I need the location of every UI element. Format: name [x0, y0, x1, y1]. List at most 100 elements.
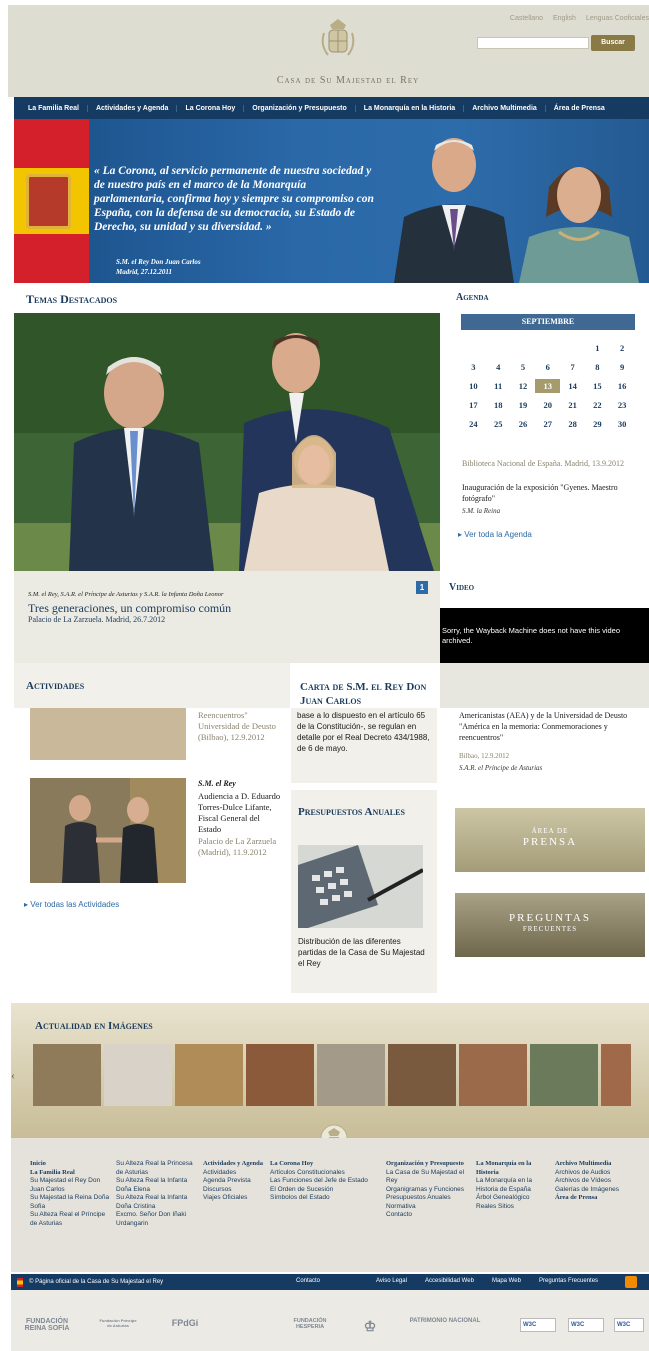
footer-link[interactable]: Excmo. Señor Don Iñaki Urdangarin	[116, 1211, 198, 1228]
featured-headline[interactable]: Tres generaciones, un compromiso común	[28, 601, 231, 616]
w3c-badge[interactable]: W3C	[520, 1318, 556, 1332]
search-button[interactable]: Buscar	[591, 35, 635, 51]
footer-link[interactable]: Presupuestos Anuales	[386, 1194, 468, 1203]
calendar-day[interactable]: 13	[535, 379, 561, 393]
footer-link[interactable]: Su Alteza Real la Infanta Doña Cristina	[116, 1194, 198, 1211]
footer-link[interactable]: Su Alteza Real la Princesa de Asturias	[116, 1160, 198, 1177]
calendar-day[interactable]: 3	[461, 360, 486, 374]
calendar-day[interactable]: 28	[560, 417, 585, 431]
featured-page-number[interactable]: 1	[416, 581, 428, 594]
rss-icon[interactable]	[625, 1276, 637, 1288]
footer-link[interactable]: Viajes Oficiales	[203, 1194, 263, 1203]
calendar-day[interactable]: 22	[585, 398, 610, 412]
footer-link[interactable]: Archivos de Vídeos	[555, 1177, 645, 1186]
lang-cooficiales[interactable]: Lenguas Cooficiales	[586, 15, 649, 22]
footer-link[interactable]: Organigramas y Funciones	[386, 1186, 468, 1195]
calendar-day[interactable]: 14	[560, 379, 585, 393]
nav-monarquia-historia[interactable]: La Monarquía en la Historia	[356, 104, 465, 112]
calendar-day[interactable]: 7	[560, 360, 585, 374]
footer-link[interactable]: Árbol Genealógico	[476, 1194, 550, 1203]
royal-crest-icon[interactable]	[318, 15, 358, 63]
footer-link[interactable]: Reales Sitios	[476, 1203, 550, 1212]
ver-actividades-link[interactable]: ▸ Ver todas las Actividades	[24, 900, 119, 909]
gallery-thumb-7[interactable]	[459, 1044, 527, 1106]
site-title[interactable]: Casa de Su Majestad el Rey	[188, 75, 508, 86]
gr-monogram-logo[interactable]: ♔	[360, 1318, 380, 1335]
activity-1-text[interactable]: Reencuentros" Universidad de Deusto (Bil…	[198, 710, 284, 743]
nav-archivo-multimedia[interactable]: Archivo Multimedia	[464, 104, 546, 112]
gallery-thumb-6[interactable]	[388, 1044, 456, 1106]
calendar-day[interactable]: 23	[610, 398, 635, 412]
fundacion-principe-logo[interactable]: Fundación Príncipe de Asturias	[98, 1318, 138, 1328]
footer-preguntas-link[interactable]: Preguntas Frecuentes	[539, 1278, 598, 1284]
footer-link[interactable]: Agenda Prevista	[203, 1177, 263, 1186]
footer-link[interactable]: Actividades	[203, 1169, 263, 1178]
patrimonio-nacional-logo[interactable]: PATRIMONIO NACIONAL	[405, 1318, 485, 1324]
footer-heading[interactable]: Organización y Presupuesto	[386, 1160, 468, 1169]
calendar-day[interactable]: 11	[486, 379, 511, 393]
calendar-day[interactable]: 24	[461, 417, 486, 431]
footer-link[interactable]: Galerías de Imágenes	[555, 1186, 645, 1195]
calendar-day[interactable]: 27	[535, 417, 560, 431]
calendar-day[interactable]: 6	[535, 360, 560, 374]
lang-castellano[interactable]: Castellano	[510, 15, 543, 22]
featured-photo[interactable]	[14, 313, 440, 571]
agenda-event-title[interactable]: Inauguración de la exposición "Gyenes. M…	[462, 482, 640, 504]
calendar-day[interactable]: 30	[610, 417, 635, 431]
hero-banner[interactable]: « La Corona, al servicio permanente de n…	[14, 119, 649, 283]
footer-contacto-link[interactable]: Contacto	[296, 1278, 320, 1284]
footer-link[interactable]: Su Alteza Real la Infanta Doña Elena	[116, 1177, 198, 1194]
footer-aviso-legal-link[interactable]: Aviso Legal	[376, 1278, 407, 1284]
gallery-thumb-9[interactable]	[601, 1044, 631, 1106]
footer-link[interactable]: Normativa	[386, 1203, 468, 1212]
gallery-thumb-2[interactable]	[104, 1044, 172, 1106]
footer-link[interactable]: Las Funciones del Jefe de Estado	[270, 1177, 380, 1186]
calendar-day[interactable]: 10	[461, 379, 486, 393]
footer-link[interactable]: Artículos Constitucionales	[270, 1169, 380, 1178]
gallery-thumb-5[interactable]	[317, 1044, 385, 1106]
nav-familia-real[interactable]: La Familia Real	[20, 104, 88, 112]
calendar-day[interactable]: 15	[585, 379, 610, 393]
calendar-day[interactable]: 26	[511, 417, 536, 431]
nav-organizacion[interactable]: Organización y Presupuesto	[244, 104, 356, 112]
gallery-thumb-4[interactable]	[246, 1044, 314, 1106]
footer-inicio[interactable]: Inicio	[30, 1160, 110, 1169]
fpdgi-logo[interactable]: FPdGi	[165, 1318, 205, 1328]
right-event-text[interactable]: Americanistas (AEA) y de la Universidad …	[459, 710, 639, 743]
search-input[interactable]	[477, 37, 589, 49]
calendar-day[interactable]: 12	[511, 379, 536, 393]
footer-link[interactable]: El Orden de Sucesión	[270, 1186, 380, 1195]
ver-agenda-link[interactable]: ▸ Ver toda la Agenda	[458, 530, 532, 539]
activity-photo-1[interactable]	[30, 708, 186, 760]
nav-area-prensa[interactable]: Área de Prensa	[546, 105, 613, 112]
calendar-day[interactable]: 20	[535, 398, 560, 412]
calendar-day[interactable]: 4	[486, 360, 511, 374]
nav-actividades[interactable]: Actividades y Agenda	[88, 104, 178, 112]
footer-link[interactable]: Su Majestad la Reina Doña Sofía	[30, 1194, 110, 1211]
calendar-day[interactable]: 8	[585, 360, 610, 374]
w3c-badge[interactable]: W3C	[614, 1318, 644, 1332]
calendar-day[interactable]: 18	[486, 398, 511, 412]
footer-heading[interactable]: Actividades y Agenda	[203, 1160, 263, 1169]
calendar-day[interactable]: 2	[610, 341, 635, 355]
footer-accesibilidad-link[interactable]: Accesibilidad Web	[425, 1278, 474, 1284]
fundacion-reina-sofia-logo[interactable]: FUNDACIÓN REINA SOFÍA	[22, 1318, 72, 1332]
calendar-day[interactable]: 17	[461, 398, 486, 412]
calendar-day[interactable]: 5	[511, 360, 536, 374]
footer-link[interactable]: Contacto	[386, 1211, 468, 1220]
presupuestos-title[interactable]: Presupuestos Anuales	[298, 805, 428, 819]
footer-link[interactable]: Símbolos del Estado	[270, 1194, 380, 1203]
footer-familia-real[interactable]: La Familia Real	[30, 1169, 110, 1178]
footer-heading[interactable]: Archivo Multimedia	[555, 1160, 645, 1169]
calendar-day[interactable]: 1	[585, 341, 610, 355]
footer-heading[interactable]: Área de Prensa	[555, 1194, 645, 1203]
footer-link[interactable]: Su Majestad el Rey Don Juan Carlos	[30, 1177, 110, 1194]
calendar-day[interactable]: 19	[511, 398, 536, 412]
calendar-day[interactable]: 21	[560, 398, 585, 412]
gallery-thumb-1[interactable]	[33, 1044, 101, 1106]
gallery-thumb-8[interactable]	[530, 1044, 598, 1106]
activity-photo-2[interactable]	[30, 778, 186, 883]
calendar-day[interactable]: 25	[486, 417, 511, 431]
calendar-day[interactable]: 9	[610, 360, 635, 374]
footer-link[interactable]: La Casa de Su Majestad el Rey	[386, 1169, 468, 1186]
